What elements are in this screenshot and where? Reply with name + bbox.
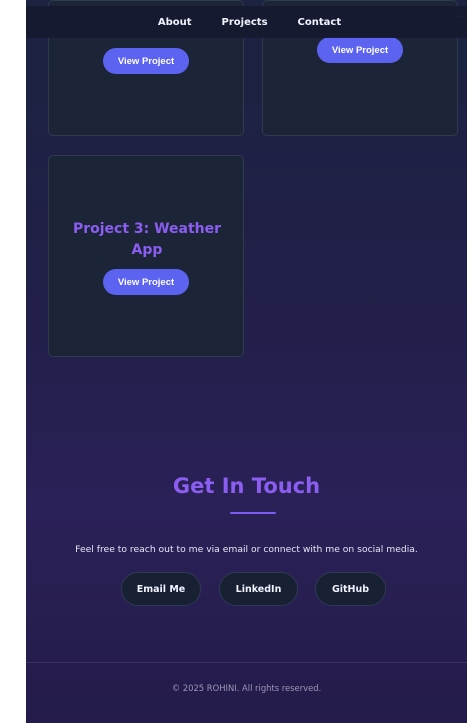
footer-divider [26, 662, 467, 663]
view-project-button-3[interactable]: View Project [103, 269, 189, 295]
nav-link-contact[interactable]: Contact [298, 17, 342, 28]
project-card-3: Project 3: Weather App View Project [48, 155, 244, 357]
page-viewport: View Project View Project Project 3: Wea… [26, 0, 467, 723]
nav-link-projects[interactable]: Projects [222, 17, 268, 28]
linkedin-button[interactable]: LinkedIn [219, 572, 298, 606]
view-project-button-2[interactable]: View Project [317, 37, 403, 63]
github-button[interactable]: GitHub [315, 572, 386, 606]
footer-copyright: © 2025 ROHINI. All rights reserved. [171, 683, 322, 693]
email-me-button[interactable]: Email Me [121, 572, 201, 606]
contact-description: Feel free to reach out to me via email o… [75, 544, 418, 555]
nav-link-about[interactable]: About [158, 17, 192, 28]
contact-title: Get In Touch [172, 474, 321, 498]
title-underline [230, 512, 276, 514]
left-margin [0, 0, 26, 723]
top-navbar: About Projects Contact [26, 6, 467, 38]
view-project-button-1[interactable]: View Project [103, 48, 189, 74]
project-title-3: Project 3: Weather App [72, 221, 222, 258]
